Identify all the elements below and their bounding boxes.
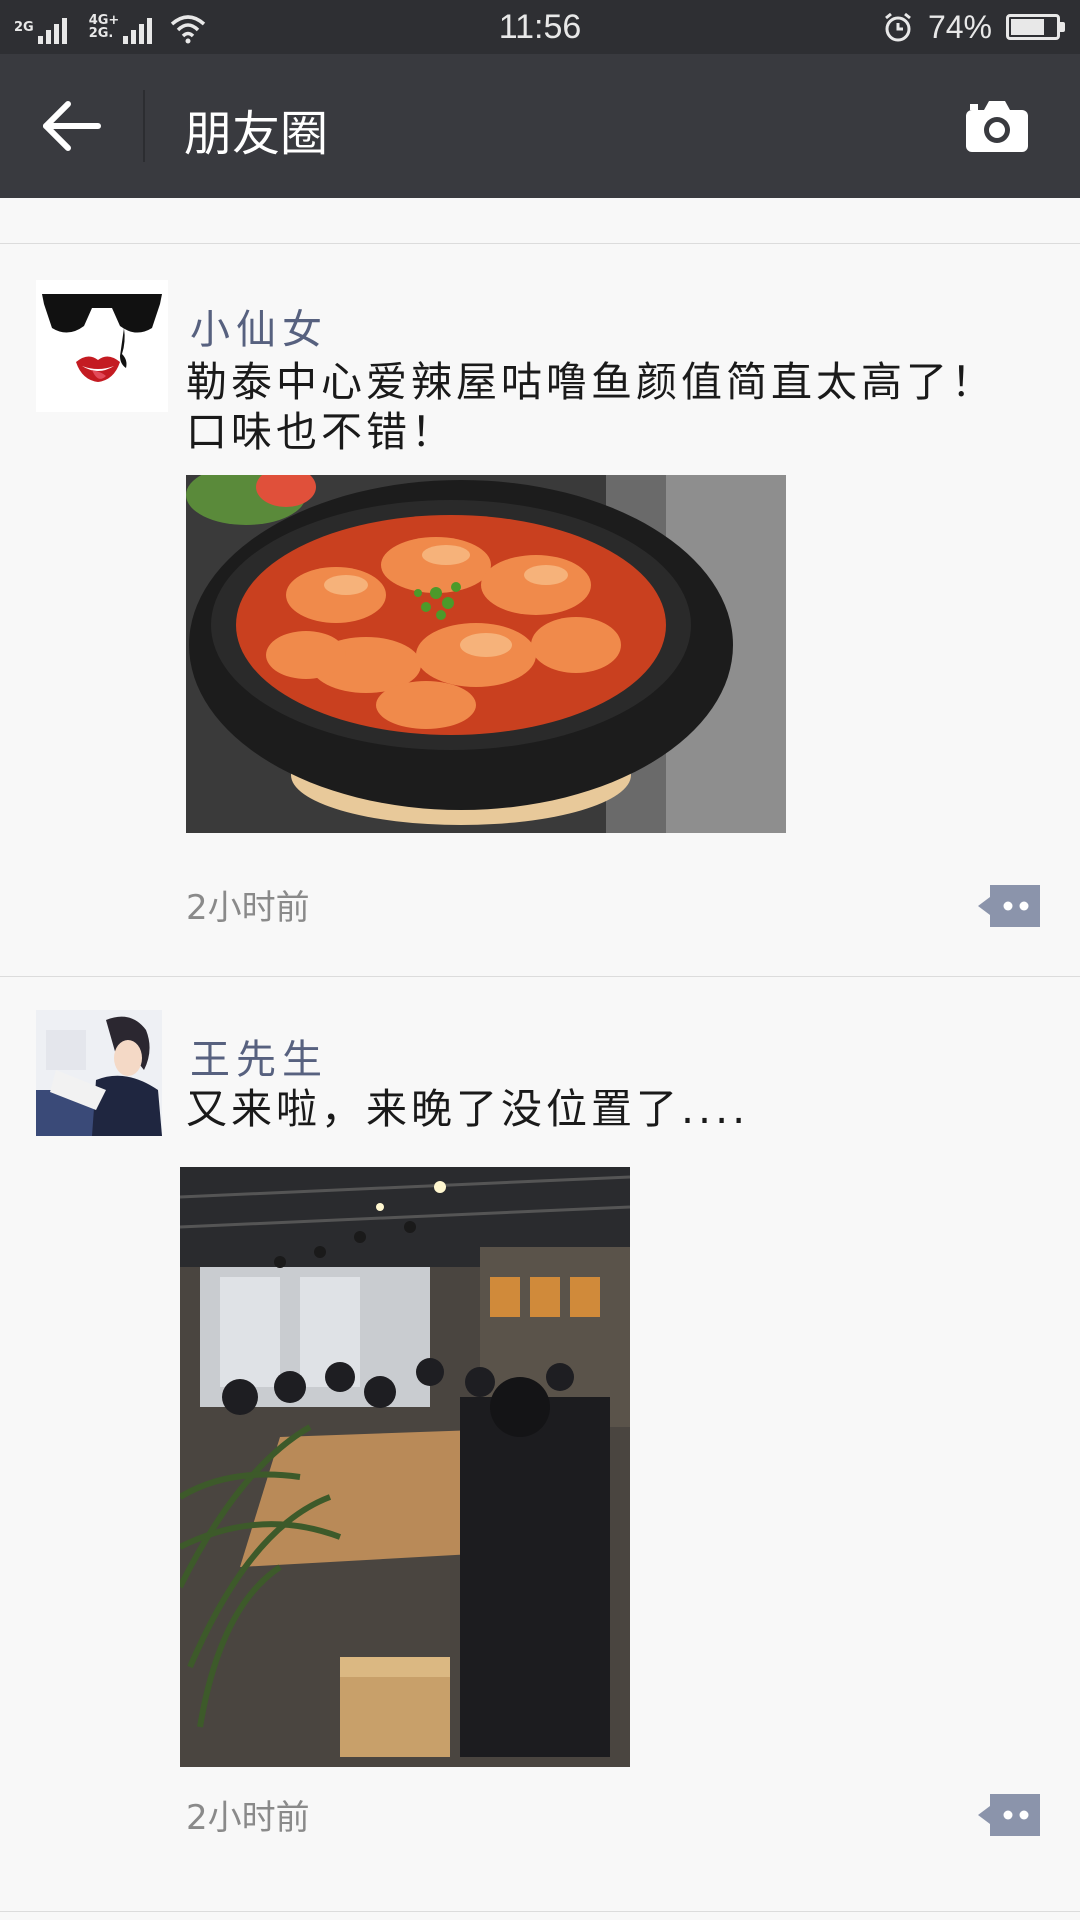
alarm-icon [885,12,911,42]
fish-claypot-image [186,475,786,833]
battery-icon [1006,14,1065,40]
comment-icon[interactable] [976,883,1042,929]
post-text: 勒泰中心爱辣屋咕噜鱼颜值简直太高了！口味也不错！ [186,358,996,456]
post-timestamp: 2小时前 [186,888,310,928]
feed-post: 小仙女 勒泰中心爱辣屋咕噜鱼颜值简直太高了！口味也不错！ 2小时前 [0,245,1080,977]
post-photo-restaurant[interactable] [180,1167,630,1767]
post-timestamp: 2小时前 [186,1798,310,1838]
battery-level-fill [1011,19,1044,35]
post-photo-fish-pot[interactable] [186,475,786,833]
anime-character-avatar-image [36,1010,162,1136]
avatar[interactable] [36,280,168,412]
nav-divider [143,90,145,162]
arrow-left-icon[interactable] [38,96,108,156]
battery-percent: 74% [927,8,992,45]
avatar[interactable] [36,1010,162,1136]
nav-bar: 朋友圈 [0,54,1080,198]
post-text: 又来啦，来晚了没位置了.... [186,1085,750,1133]
sunglasses-lips-avatar-image [36,280,168,412]
feed-post: 王先生 又来啦，来晚了没位置了.... 2小时前 [0,977,1080,1912]
comment-icon[interactable] [976,1792,1042,1838]
status-bar: 2G 4G+ 2G. 11:56 74% [0,0,1080,54]
post-author-name[interactable]: 王先生 [190,1027,328,1085]
post-author-name[interactable]: 小仙女 [190,297,328,355]
restaurant-interior-image [180,1167,630,1767]
camera-icon[interactable] [964,98,1030,154]
page-title: 朋友圈 [184,106,329,162]
feed-top-spacer [0,198,1080,244]
